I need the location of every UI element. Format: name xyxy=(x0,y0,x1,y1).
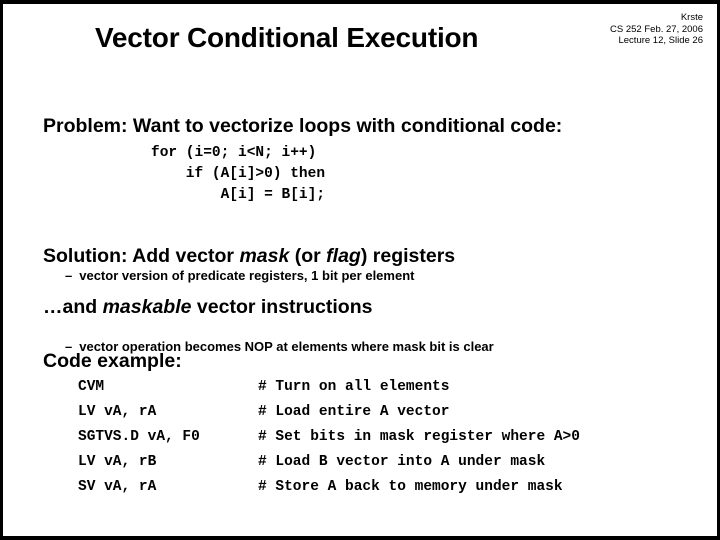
assembly-instruction: SGTVS.D vA, F0 xyxy=(78,429,200,445)
assembly-code-block: CVM # Turn on all elements LV vA, rA # Load… xyxy=(78,375,580,500)
solution-statement: Solution: Add vector mask (or flag) regi… xyxy=(43,244,455,268)
slide: Vector Conditional Execution Krste CS 25… xyxy=(0,0,720,540)
maskable-instructions-statement: …and maskable vector instructions xyxy=(43,295,372,319)
problem-statement: Problem: Want to vectorize loops with co… xyxy=(43,115,563,137)
solution-emphasis-flag: flag xyxy=(326,245,361,267)
solution-text-post: ) registers xyxy=(360,245,456,267)
author-name: Krste xyxy=(680,12,703,23)
assembly-comment: # Load B vector into A under mask xyxy=(258,454,546,470)
assembly-instruction: SV vA, rA xyxy=(78,479,157,495)
sub-bullet-1-label: vector version of predicate registers, 1… xyxy=(79,268,415,283)
course-date: CS 252 Feb. 27, 2006 xyxy=(610,23,703,35)
solution-text-mid: (or xyxy=(289,245,327,267)
assembly-instruction: LV vA, rA xyxy=(78,404,157,420)
maskable-emphasis: maskable xyxy=(102,296,192,318)
bullet-dash-icon: – xyxy=(65,268,73,283)
slide-header-meta: Krste CS 252 Feb. 27, 2006 Lecture 12, S… xyxy=(610,12,703,47)
assembly-row: LV vA, rB # Load B vector into A under ma… xyxy=(78,450,580,475)
assembly-row: LV vA, rA # Load entire A vector xyxy=(78,400,580,425)
assembly-comment: # Set bits in mask register where A>0 xyxy=(258,429,580,445)
page-title: Vector Conditional Execution xyxy=(95,22,479,53)
assembly-comment: # Load entire A vector xyxy=(258,404,450,420)
maskable-text-post: vector instructions xyxy=(191,296,373,318)
sub-bullet-predicate-registers: – vector version of predicate registers, … xyxy=(65,267,414,284)
solution-text-pre: Solution: Add vector xyxy=(43,245,240,267)
assembly-instruction: CVM xyxy=(78,379,105,395)
lecture-slide: Lecture 12, Slide 26 xyxy=(618,35,703,46)
assembly-comment: # Turn on all elements xyxy=(258,379,450,395)
assembly-row: CVM # Turn on all elements xyxy=(78,375,580,400)
assembly-instruction: LV vA, rB xyxy=(78,454,157,470)
assembly-comment: # Store A back to memory under mask xyxy=(258,479,563,495)
code-example-heading: Code example: xyxy=(43,350,182,372)
c-code-block: for (i=0; i<N; i++) if (A[i]>0) then A[i… xyxy=(151,145,326,203)
maskable-text-pre: …and xyxy=(43,296,103,318)
assembly-row: SV vA, rA # Store A back to memory under … xyxy=(78,475,580,500)
assembly-row: SGTVS.D vA, F0 # Set bits in mask registe… xyxy=(78,425,580,450)
solution-emphasis-mask: mask xyxy=(239,245,290,267)
